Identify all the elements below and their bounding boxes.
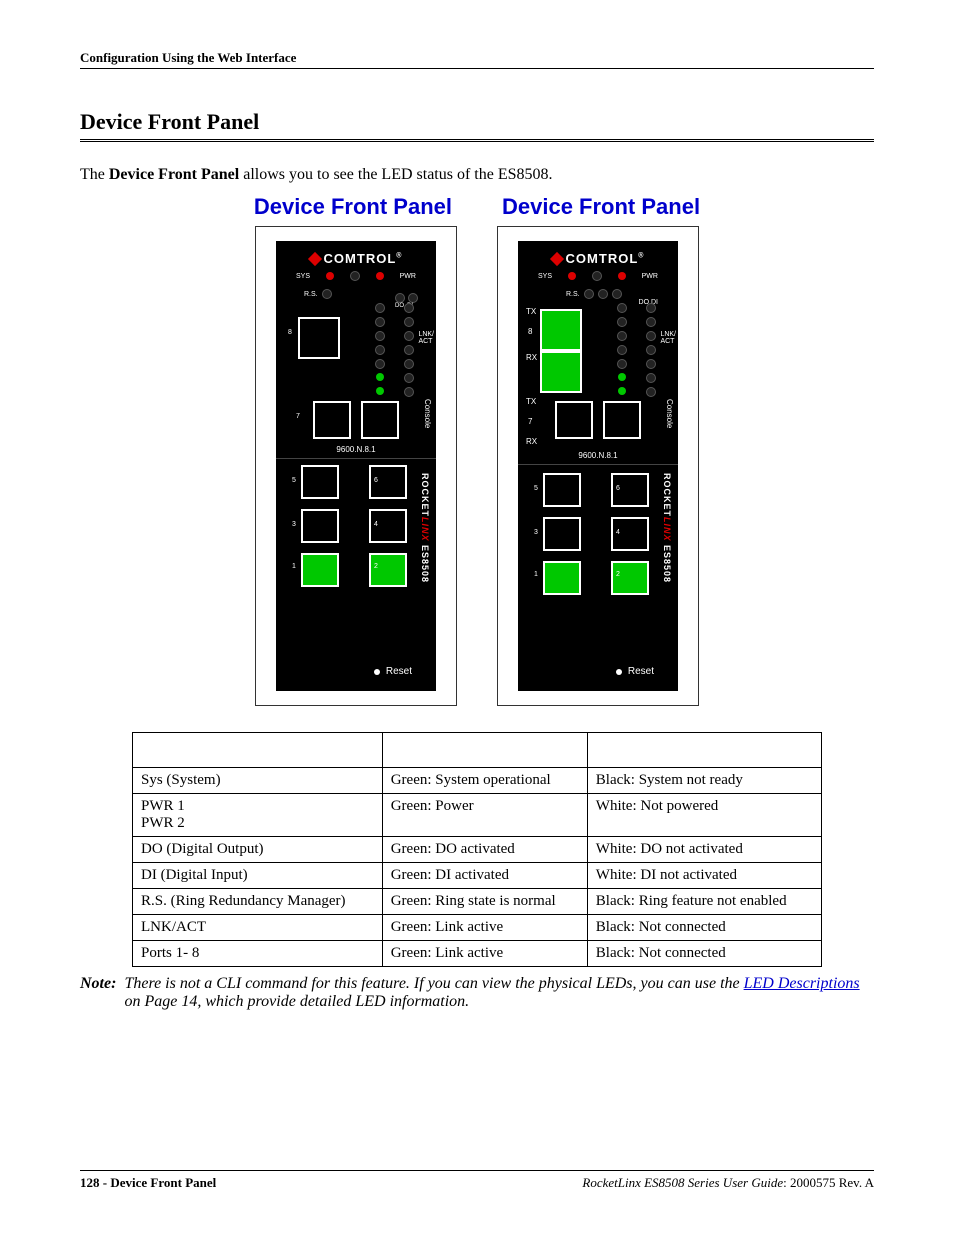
port8-number-label: 8 [288, 329, 292, 336]
di-led [408, 293, 418, 303]
baud-label: 9600.N.8.1 [518, 451, 678, 465]
console-label: Console [423, 399, 432, 428]
lnk-act-label: LNK/ ACT [418, 331, 434, 345]
port-7 [555, 401, 593, 439]
port-1 [301, 553, 339, 587]
tx-label-8: TX [526, 307, 536, 316]
product-name-vertical: ROCKETLINX ES8508 [662, 473, 672, 583]
port-5 [301, 465, 339, 499]
port7-console-row [518, 401, 678, 439]
port7-console-row [276, 401, 436, 439]
intro-suffix: allows you to see the LED status of the … [239, 166, 552, 183]
reset-button-icon [616, 669, 622, 675]
brand-label: COMTROL® [276, 251, 436, 266]
ethernet-port-grid [543, 473, 649, 655]
port8-number-label: 8 [528, 327, 532, 336]
port-1 [543, 561, 581, 595]
intro-paragraph: The Device Front Panel allows you to see… [80, 166, 874, 184]
sys-label: SYS [296, 273, 310, 280]
port-2 [611, 561, 649, 595]
console-label: Console [665, 399, 674, 428]
port-8-sfp-tx [540, 309, 582, 351]
col-on [382, 733, 587, 768]
port-8-sfp-rx [540, 351, 582, 393]
table-row: Ports 1- 8Green: Link activeBlack: Not c… [133, 941, 822, 967]
reset-button-icon [374, 669, 380, 675]
footer-left: 128 - Device Front Panel [80, 1175, 216, 1191]
panel-title-right: Device Front Panel [502, 194, 700, 220]
lnk-act-led-grid [367, 303, 422, 397]
console-port [361, 401, 399, 439]
port-7 [313, 401, 351, 439]
panel-titles-row: Device Front Panel Device Front Panel [80, 194, 874, 220]
intro-bold: Device Front Panel [109, 166, 239, 183]
running-header: Configuration Using the Web Interface [80, 50, 874, 69]
reset-label: Reset [616, 666, 654, 677]
sys-pwr-row: SYS PWR [538, 271, 658, 281]
heading-rule [80, 139, 874, 142]
col-off [587, 733, 821, 768]
pwr1-led [376, 272, 384, 280]
device-front-a: COMTROL® SYS PWR R.S. DODI 8 [276, 241, 436, 691]
lnk-act-label: LNK/ ACT [660, 331, 676, 345]
note: Note: There is not a CLI command for thi… [80, 975, 874, 1011]
rx-label-8: RX [526, 353, 537, 362]
port7-number-label: 7 [296, 413, 300, 420]
port-8-sfp [298, 317, 340, 359]
panel-title-left: Device Front Panel [254, 194, 452, 220]
note-label: Note: [80, 975, 116, 1011]
table-row: LNK/ACTGreen: Link activeBlack: Not conn… [133, 915, 822, 941]
rs-do-di-row: R.S. [566, 289, 622, 299]
port-3 [301, 509, 339, 543]
footer-right: RocketLinx ES8508 Series User Guide: 200… [582, 1175, 874, 1191]
sys-led [326, 272, 334, 280]
device-panel-left: COMTROL® SYS PWR R.S. DODI 8 [255, 226, 457, 706]
note-body: There is not a CLI command for this feat… [124, 975, 874, 1011]
table-row: Sys (System)Green: System operationalBla… [133, 768, 822, 794]
page-title: Device Front Panel [80, 109, 874, 135]
rx-label-7: RX [526, 437, 537, 446]
page-footer: 128 - Device Front Panel RocketLinx ES85… [80, 1170, 874, 1191]
intro-prefix: The [80, 166, 109, 183]
port7-number-label: 7 [528, 417, 532, 426]
console-port [603, 401, 641, 439]
device-front-b: COMTROL® SYS PWR R.S. DO DI TX 8 [518, 241, 678, 691]
reset-label: Reset [374, 666, 412, 677]
table-row: DI (Digital Input)Green: DI activatedWhi… [133, 863, 822, 889]
port-5 [543, 473, 581, 507]
table-row: DO (Digital Output)Green: DO activatedWh… [133, 837, 822, 863]
table-row: R.S. (Ring Redundancy Manager)Green: Rin… [133, 889, 822, 915]
pwr2-led [350, 271, 360, 281]
device-panel-right: COMTROL® SYS PWR R.S. DO DI TX 8 [497, 226, 699, 706]
pwr-label: PWR [400, 273, 416, 280]
baud-label: 9600.N.8.1 [276, 445, 436, 459]
product-name-vertical: ROCKETLINX ES8508 [420, 473, 430, 583]
lnk-act-led-grid [609, 303, 664, 397]
table-row: PWR 1 PWR 2Green: PowerWhite: Not powere… [133, 794, 822, 837]
logo-diamond-icon [307, 252, 321, 266]
rs-row: R.S. [304, 289, 332, 299]
device-panels-row: COMTROL® SYS PWR R.S. DODI 8 [80, 226, 874, 706]
col-led [133, 733, 383, 768]
brand-label: COMTROL® [518, 251, 678, 266]
rs-led [322, 289, 332, 299]
rs-label: R.S. [304, 291, 318, 298]
port-2 [369, 553, 407, 587]
led-status-table: Sys (System)Green: System operationalBla… [132, 732, 822, 967]
led-descriptions-link[interactable]: LED Descriptions [744, 975, 860, 992]
sys-pwr-row: SYS PWR [296, 271, 416, 281]
ethernet-port-grid [301, 465, 407, 647]
port-3 [543, 517, 581, 551]
do-led [395, 293, 405, 303]
logo-diamond-icon [549, 252, 563, 266]
